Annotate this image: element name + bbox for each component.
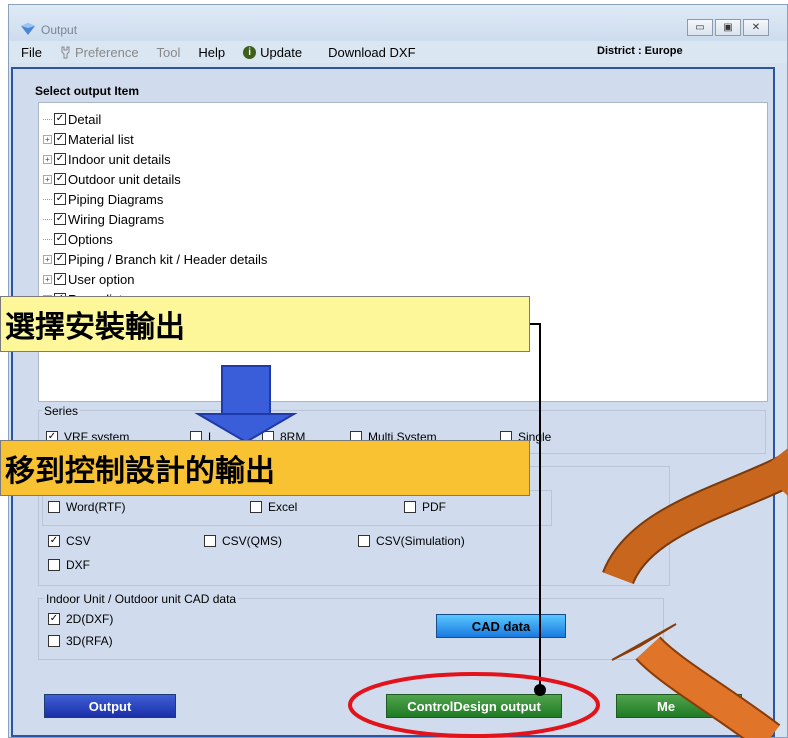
cad-group-label: Indoor Unit / Outdoor unit CAD data xyxy=(44,592,239,606)
option-label: Word(RTF) xyxy=(66,500,126,514)
expand-icon[interactable]: + xyxy=(43,134,52,144)
maximize-icon[interactable]: ▣ xyxy=(715,19,741,36)
close-icon[interactable]: ✕ xyxy=(743,19,769,36)
cad-data-button[interactable]: CAD data xyxy=(436,614,566,638)
option-label: PDF xyxy=(422,500,446,514)
tree-item-label: Detail xyxy=(68,111,102,127)
checkbox[interactable]: ✓ xyxy=(54,193,66,205)
app-diamond-icon xyxy=(21,23,35,35)
tree-connector xyxy=(43,218,52,220)
tree-item-outdoor-unit-details[interactable]: + ✓ Outdoor unit details xyxy=(43,169,181,189)
menu-update-label: Update xyxy=(260,44,303,60)
tree-item-label: Piping Diagrams xyxy=(68,191,164,207)
checkbox[interactable] xyxy=(358,535,370,547)
checkbox[interactable] xyxy=(48,635,60,647)
checkbox[interactable] xyxy=(204,535,216,547)
checkbox[interactable]: ✓ xyxy=(54,213,66,225)
tree-item-detail[interactable]: ✓ Detail xyxy=(43,109,101,129)
format-excel[interactable]: Excel xyxy=(250,500,297,514)
checkbox[interactable]: ✓ xyxy=(48,613,60,625)
checkbox[interactable]: ✓ xyxy=(54,233,66,245)
tree-item-label: Wiring Diagrams xyxy=(68,211,165,227)
option-label: Excel xyxy=(268,500,298,514)
option-label: CSV xyxy=(66,534,91,548)
tree-connector xyxy=(43,118,52,120)
format-dxf[interactable]: DXF xyxy=(48,558,90,572)
window-controls: ▭ ▣ ✕ xyxy=(687,19,769,36)
menu-preference-label: Preference xyxy=(74,44,139,60)
tree-connector xyxy=(43,238,52,240)
tree-item-piping-diagrams[interactable]: ✓ Piping Diagrams xyxy=(43,189,163,209)
checkbox[interactable] xyxy=(404,501,416,513)
option-label: 3D(RFA) xyxy=(66,634,113,648)
callout-select-install-output: 選擇安裝輸出 xyxy=(0,296,530,352)
tree-item-label: Outdoor unit details xyxy=(68,171,181,187)
format-csv-qms[interactable]: CSV(QMS) xyxy=(204,534,282,548)
third-button[interactable]: Me xyxy=(616,694,742,718)
expand-icon[interactable]: + xyxy=(43,274,52,284)
checkbox[interactable]: ✓ xyxy=(54,113,66,125)
checkbox[interactable] xyxy=(48,559,60,571)
menu-update[interactable]: i Update xyxy=(243,45,302,60)
cad-3d-rfa[interactable]: 3D(RFA) xyxy=(48,634,113,648)
minimize-icon[interactable]: ▭ xyxy=(687,19,713,36)
info-icon: i xyxy=(243,45,257,59)
tree-item-wiring-diagrams[interactable]: ✓ Wiring Diagrams xyxy=(43,209,164,229)
format-pdf[interactable]: PDF xyxy=(404,500,446,514)
tree-item-options[interactable]: ✓ Options xyxy=(43,229,113,249)
output-button[interactable]: Output xyxy=(44,694,176,718)
cad-group xyxy=(38,598,664,660)
tree-item-label: Indoor unit details xyxy=(68,151,171,167)
menu-preference[interactable]: Preference xyxy=(60,45,139,60)
option-label: 2D(DXF) xyxy=(66,612,114,626)
tree-item-material-list[interactable]: + ✓ Material list xyxy=(43,129,134,149)
tree-item-piping-branch-kit[interactable]: + ✓ Piping / Branch kit / Header details xyxy=(43,249,267,269)
option-label: CSV(QMS) xyxy=(222,534,282,548)
menu-download-dxf[interactable]: Download DXF xyxy=(328,45,415,60)
tree-item-label: Piping / Branch kit / Header details xyxy=(68,251,268,267)
select-output-title: Select output Item xyxy=(35,84,140,98)
checkbox[interactable]: ✓ xyxy=(54,273,66,285)
cad-2d-dxf[interactable]: ✓ 2D(DXF) xyxy=(48,612,113,626)
tree-item-label: Material list xyxy=(68,131,134,147)
screenshot-stage: { "window": { "title": "Output", "icon":… xyxy=(0,0,788,738)
tree-item-user-option[interactable]: + ✓ User option xyxy=(43,269,134,289)
tree-item-label: User option xyxy=(68,271,135,287)
checkbox[interactable] xyxy=(250,501,262,513)
option-label: CSV(Simulation) xyxy=(376,534,465,548)
checkbox[interactable]: ✓ xyxy=(54,173,66,185)
tree-item-indoor-unit-details[interactable]: + ✓ Indoor unit details xyxy=(43,149,171,169)
title-bar[interactable]: Output ▭ ▣ ✕ xyxy=(9,5,787,41)
tree-item-label: Options xyxy=(68,231,113,247)
format-csv[interactable]: ✓ CSV xyxy=(48,534,91,548)
tree-connector xyxy=(43,198,52,200)
callout-move-to-control-design: 移到控制設計的輸出 xyxy=(0,440,530,496)
control-design-output-button[interactable]: ControlDesign output xyxy=(386,694,562,718)
checkbox[interactable]: ✓ xyxy=(54,253,66,265)
series-label: Series xyxy=(42,404,81,418)
menu-help[interactable]: Help xyxy=(198,45,225,60)
checkbox[interactable]: ✓ xyxy=(54,133,66,145)
expand-icon[interactable]: + xyxy=(43,254,52,264)
checkbox[interactable]: ✓ xyxy=(54,153,66,165)
window-title: Output xyxy=(41,23,78,37)
menu-tool[interactable]: Tool xyxy=(157,45,181,60)
option-label: DXF xyxy=(66,558,90,572)
format-csv-simulation[interactable]: CSV(Simulation) xyxy=(358,534,465,548)
checkbox[interactable]: ✓ xyxy=(48,535,60,547)
expand-icon[interactable]: + xyxy=(43,174,52,184)
expand-icon[interactable]: + xyxy=(43,154,52,164)
checkbox[interactable] xyxy=(48,501,60,513)
format-word[interactable]: Word(RTF) xyxy=(48,500,126,514)
wrench-icon xyxy=(61,46,70,58)
output-item-tree: ✓ Detail + ✓ Material list + ✓ Indoor un… xyxy=(38,102,768,402)
district-label: District : Europe xyxy=(597,45,683,57)
menu-file[interactable]: File xyxy=(21,45,42,60)
